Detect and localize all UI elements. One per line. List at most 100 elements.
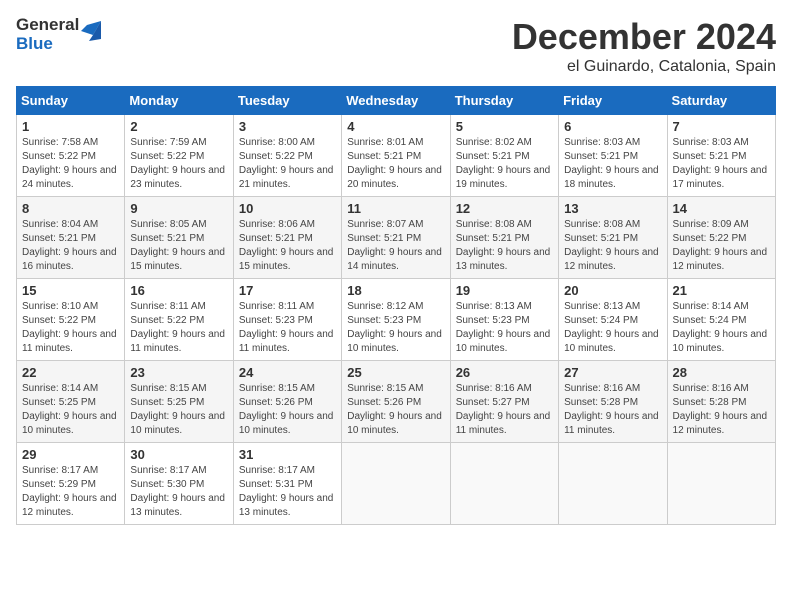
calendar-cell: 25 Sunrise: 8:15 AM Sunset: 5:26 PM Dayl… (342, 361, 450, 443)
day-info: Sunrise: 8:15 AM Sunset: 5:26 PM Dayligh… (347, 382, 444, 438)
day-number: 5 (456, 119, 553, 134)
day-number: 13 (564, 201, 661, 216)
day-number: 10 (239, 201, 336, 216)
logo: General Blue (16, 16, 101, 53)
day-info: Sunrise: 8:17 AM Sunset: 5:29 PM Dayligh… (22, 464, 119, 520)
calendar-cell: 18 Sunrise: 8:12 AM Sunset: 5:23 PM Dayl… (342, 279, 450, 361)
day-info: Sunrise: 8:17 AM Sunset: 5:31 PM Dayligh… (239, 464, 336, 520)
calendar-cell (559, 443, 667, 525)
calendar-cell: 2 Sunrise: 7:59 AM Sunset: 5:22 PM Dayli… (125, 115, 233, 197)
logo-bird-icon (79, 21, 101, 49)
day-number: 1 (22, 119, 119, 134)
calendar-cell: 13 Sunrise: 8:08 AM Sunset: 5:21 PM Dayl… (559, 197, 667, 279)
day-info: Sunrise: 8:02 AM Sunset: 5:21 PM Dayligh… (456, 136, 553, 192)
header-saturday: Saturday (667, 87, 775, 115)
calendar-cell: 30 Sunrise: 8:17 AM Sunset: 5:30 PM Dayl… (125, 443, 233, 525)
day-number: 9 (130, 201, 227, 216)
day-number: 8 (22, 201, 119, 216)
logo-blue: Blue (16, 35, 79, 54)
day-info: Sunrise: 8:03 AM Sunset: 5:21 PM Dayligh… (673, 136, 770, 192)
calendar-title: December 2024 (512, 16, 776, 58)
day-number: 30 (130, 447, 227, 462)
calendar-row: 8 Sunrise: 8:04 AM Sunset: 5:21 PM Dayli… (17, 197, 776, 279)
day-info: Sunrise: 8:11 AM Sunset: 5:22 PM Dayligh… (130, 300, 227, 356)
day-number: 15 (22, 283, 119, 298)
header-tuesday: Tuesday (233, 87, 341, 115)
calendar-cell: 22 Sunrise: 8:14 AM Sunset: 5:25 PM Dayl… (17, 361, 125, 443)
day-number: 29 (22, 447, 119, 462)
day-number: 24 (239, 365, 336, 380)
calendar-cell: 17 Sunrise: 8:11 AM Sunset: 5:23 PM Dayl… (233, 279, 341, 361)
page-header: General Blue December 2024 el Guinardo, … (16, 16, 776, 76)
calendar-cell: 27 Sunrise: 8:16 AM Sunset: 5:28 PM Dayl… (559, 361, 667, 443)
day-number: 23 (130, 365, 227, 380)
day-info: Sunrise: 8:03 AM Sunset: 5:21 PM Dayligh… (564, 136, 661, 192)
header-wednesday: Wednesday (342, 87, 450, 115)
day-info: Sunrise: 7:58 AM Sunset: 5:22 PM Dayligh… (22, 136, 119, 192)
calendar-cell: 3 Sunrise: 8:00 AM Sunset: 5:22 PM Dayli… (233, 115, 341, 197)
calendar-cell: 12 Sunrise: 8:08 AM Sunset: 5:21 PM Dayl… (450, 197, 558, 279)
day-number: 20 (564, 283, 661, 298)
calendar-cell: 26 Sunrise: 8:16 AM Sunset: 5:27 PM Dayl… (450, 361, 558, 443)
day-info: Sunrise: 8:12 AM Sunset: 5:23 PM Dayligh… (347, 300, 444, 356)
day-info: Sunrise: 8:05 AM Sunset: 5:21 PM Dayligh… (130, 218, 227, 274)
day-info: Sunrise: 8:04 AM Sunset: 5:21 PM Dayligh… (22, 218, 119, 274)
day-number: 12 (456, 201, 553, 216)
day-info: Sunrise: 8:10 AM Sunset: 5:22 PM Dayligh… (22, 300, 119, 356)
header-row: Sunday Monday Tuesday Wednesday Thursday… (17, 87, 776, 115)
day-number: 17 (239, 283, 336, 298)
day-number: 3 (239, 119, 336, 134)
day-info: Sunrise: 8:01 AM Sunset: 5:21 PM Dayligh… (347, 136, 444, 192)
calendar-cell (342, 443, 450, 525)
day-number: 7 (673, 119, 770, 134)
day-number: 11 (347, 201, 444, 216)
day-number: 19 (456, 283, 553, 298)
day-info: Sunrise: 8:08 AM Sunset: 5:21 PM Dayligh… (564, 218, 661, 274)
calendar-cell: 29 Sunrise: 8:17 AM Sunset: 5:29 PM Dayl… (17, 443, 125, 525)
calendar-cell: 24 Sunrise: 8:15 AM Sunset: 5:26 PM Dayl… (233, 361, 341, 443)
day-info: Sunrise: 8:14 AM Sunset: 5:24 PM Dayligh… (673, 300, 770, 356)
calendar-cell: 1 Sunrise: 7:58 AM Sunset: 5:22 PM Dayli… (17, 115, 125, 197)
calendar-cell: 6 Sunrise: 8:03 AM Sunset: 5:21 PM Dayli… (559, 115, 667, 197)
day-number: 31 (239, 447, 336, 462)
day-info: Sunrise: 8:16 AM Sunset: 5:27 PM Dayligh… (456, 382, 553, 438)
day-info: Sunrise: 8:16 AM Sunset: 5:28 PM Dayligh… (673, 382, 770, 438)
day-number: 27 (564, 365, 661, 380)
calendar-cell: 16 Sunrise: 8:11 AM Sunset: 5:22 PM Dayl… (125, 279, 233, 361)
calendar-cell: 8 Sunrise: 8:04 AM Sunset: 5:21 PM Dayli… (17, 197, 125, 279)
header-sunday: Sunday (17, 87, 125, 115)
calendar-cell: 21 Sunrise: 8:14 AM Sunset: 5:24 PM Dayl… (667, 279, 775, 361)
calendar-cell: 4 Sunrise: 8:01 AM Sunset: 5:21 PM Dayli… (342, 115, 450, 197)
day-number: 28 (673, 365, 770, 380)
day-info: Sunrise: 8:00 AM Sunset: 5:22 PM Dayligh… (239, 136, 336, 192)
calendar-cell: 10 Sunrise: 8:06 AM Sunset: 5:21 PM Dayl… (233, 197, 341, 279)
calendar-cell: 9 Sunrise: 8:05 AM Sunset: 5:21 PM Dayli… (125, 197, 233, 279)
day-info: Sunrise: 8:06 AM Sunset: 5:21 PM Dayligh… (239, 218, 336, 274)
calendar-cell: 20 Sunrise: 8:13 AM Sunset: 5:24 PM Dayl… (559, 279, 667, 361)
day-info: Sunrise: 8:14 AM Sunset: 5:25 PM Dayligh… (22, 382, 119, 438)
day-info: Sunrise: 8:08 AM Sunset: 5:21 PM Dayligh… (456, 218, 553, 274)
day-info: Sunrise: 8:07 AM Sunset: 5:21 PM Dayligh… (347, 218, 444, 274)
title-area: December 2024 el Guinardo, Catalonia, Sp… (512, 16, 776, 76)
day-number: 25 (347, 365, 444, 380)
calendar-cell: 11 Sunrise: 8:07 AM Sunset: 5:21 PM Dayl… (342, 197, 450, 279)
day-number: 6 (564, 119, 661, 134)
day-info: Sunrise: 7:59 AM Sunset: 5:22 PM Dayligh… (130, 136, 227, 192)
day-info: Sunrise: 8:09 AM Sunset: 5:22 PM Dayligh… (673, 218, 770, 274)
calendar-cell: 19 Sunrise: 8:13 AM Sunset: 5:23 PM Dayl… (450, 279, 558, 361)
calendar-cell: 14 Sunrise: 8:09 AM Sunset: 5:22 PM Dayl… (667, 197, 775, 279)
day-number: 22 (22, 365, 119, 380)
day-info: Sunrise: 8:11 AM Sunset: 5:23 PM Dayligh… (239, 300, 336, 356)
day-number: 16 (130, 283, 227, 298)
day-number: 2 (130, 119, 227, 134)
day-number: 4 (347, 119, 444, 134)
day-info: Sunrise: 8:13 AM Sunset: 5:23 PM Dayligh… (456, 300, 553, 356)
calendar-row: 22 Sunrise: 8:14 AM Sunset: 5:25 PM Dayl… (17, 361, 776, 443)
day-info: Sunrise: 8:15 AM Sunset: 5:26 PM Dayligh… (239, 382, 336, 438)
logo-general: General (16, 16, 79, 35)
calendar-cell: 28 Sunrise: 8:16 AM Sunset: 5:28 PM Dayl… (667, 361, 775, 443)
calendar-cell: 15 Sunrise: 8:10 AM Sunset: 5:22 PM Dayl… (17, 279, 125, 361)
day-number: 18 (347, 283, 444, 298)
header-monday: Monday (125, 87, 233, 115)
calendar-cell (667, 443, 775, 525)
